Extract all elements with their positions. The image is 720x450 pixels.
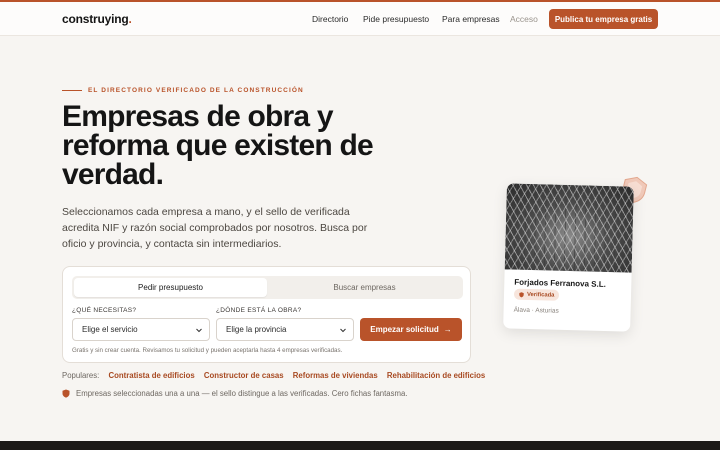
verified-badge-label: Verificada (526, 291, 555, 299)
verified-badge: Verificada (513, 288, 560, 301)
start-request-button[interactable]: Empezar solicitud → (360, 318, 462, 341)
trust-text: Empresas seleccionadas una a una — el se… (76, 389, 408, 398)
nav-link-acceso[interactable]: Acceso (510, 14, 538, 24)
trust-note: Empresas seleccionadas una a una — el se… (62, 389, 408, 398)
nav-link-directorio[interactable]: Directorio (312, 14, 348, 24)
tab-pedir-presupuesto[interactable]: Pedir presupuesto (74, 278, 267, 297)
nav-link-para-empresas[interactable]: Para empresas (442, 14, 500, 24)
eyebrow: EL DIRECTORIO VERIFICADO DE LA CONSTRUCC… (88, 87, 304, 94)
popular-label: Populares: (62, 371, 100, 380)
company-name: Forjados Ferranova S.L. (514, 277, 607, 289)
province-select[interactable]: Elige la provincia (216, 318, 354, 341)
service-label: ¿QUÉ NECESITAS? (72, 307, 137, 314)
popular-link-rehabilitacion[interactable]: Rehabilitación de edificios (387, 371, 485, 380)
popular-link-constructor[interactable]: Constructor de casas (204, 371, 284, 380)
chevron-down-icon (196, 328, 202, 333)
shield-icon (62, 389, 70, 398)
page-title: Empresas de obra y reforma que existen d… (62, 100, 374, 191)
company-photo (504, 183, 634, 273)
arrow-right-icon: → (443, 325, 452, 334)
province-select-value: Elige la provincia (226, 325, 287, 334)
form-tabs: Pedir presupuesto Buscar empresas (72, 276, 463, 299)
form-note: Gratis y sin crear cuenta. Revisamos tu … (72, 347, 343, 354)
footer-bar (0, 441, 720, 450)
popular-link-reformas[interactable]: Reformas de viviendas (293, 371, 378, 380)
publish-company-button[interactable]: Publica tu empresa gratis (549, 9, 658, 29)
logo[interactable]: construying. (62, 12, 132, 26)
location-label: ¿DÓNDE ESTÁ LA OBRA? (216, 307, 302, 314)
top-nav: construying. Directorio Pide presupuesto… (0, 2, 720, 36)
company-card[interactable]: Forjados Ferranova S.L. Verificada Álava… (503, 183, 634, 332)
chevron-down-icon (340, 328, 346, 333)
company-location: Álava · Asturias (513, 306, 559, 315)
request-form-card: Pedir presupuesto Buscar empresas ¿QUÉ N… (62, 266, 471, 363)
service-select[interactable]: Elige el servicio (72, 318, 210, 341)
tab-buscar-empresas[interactable]: Buscar empresas (268, 278, 461, 297)
service-select-value: Elige el servicio (82, 325, 138, 334)
popular-searches: Populares: Contratista de edificios Cons… (62, 371, 492, 380)
eyebrow-line (62, 90, 82, 91)
lead-text: Seleccionamos cada empresa a mano, y el … (62, 206, 368, 250)
shield-icon (519, 291, 524, 297)
start-request-label: Empezar solicitud (370, 325, 439, 334)
nav-link-pide-presupuesto[interactable]: Pide presupuesto (363, 14, 429, 24)
popular-link-contratista[interactable]: Contratista de edificios (108, 371, 194, 380)
